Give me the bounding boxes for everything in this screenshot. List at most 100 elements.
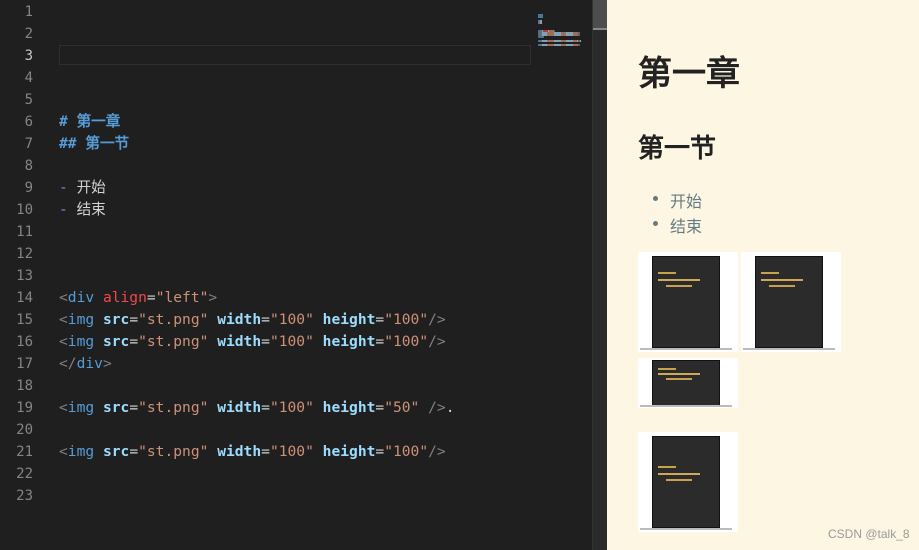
editor-line[interactable]: 22 <box>0 463 531 485</box>
code-token: "st.png" <box>138 399 209 416</box>
line-number: 17 <box>16 356 33 372</box>
code-token: = <box>261 443 270 460</box>
preview-heading-1: 第一章 <box>638 54 740 94</box>
line-number: 9 <box>24 180 33 196</box>
editor-line[interactable]: 11 <box>0 221 531 243</box>
preview-image-st-png <box>741 252 841 352</box>
editor-line[interactable]: 20 <box>0 419 531 441</box>
code-token: = <box>375 333 385 350</box>
markdown-preview[interactable]: 第一章 第一节 开始 结束 <box>607 0 919 550</box>
line-number: 15 <box>16 312 33 328</box>
code-token: "100" <box>269 333 314 350</box>
code-token: 结束 <box>76 201 106 218</box>
code-text: ## 第一节 <box>59 133 129 155</box>
code-token: height <box>322 443 376 460</box>
code-token: width <box>217 311 262 328</box>
editor-line[interactable]: 8 <box>0 155 531 177</box>
minimap-stroke <box>547 44 554 46</box>
code-token: = <box>129 333 139 350</box>
code-token: = <box>129 443 139 460</box>
editor-line[interactable]: 15 <img src="st.png" width="100" height="… <box>0 309 531 331</box>
line-number: 8 <box>24 158 33 174</box>
code-token: img <box>67 311 95 328</box>
code-text: <div align="left"> <box>59 287 217 309</box>
code-token: img <box>67 399 95 416</box>
line-number: 14 <box>16 290 33 306</box>
editor-line[interactable]: 14 <div align="left"> <box>0 287 531 309</box>
line-number: 13 <box>16 268 33 284</box>
editor-line[interactable]: 9 - 开始 <box>0 177 531 199</box>
code-token: "left" <box>155 289 209 306</box>
code-token: height <box>322 333 376 350</box>
line-number: 22 <box>16 466 33 482</box>
code-token: . <box>445 399 455 416</box>
editor-line[interactable]: 21 <img src="st.png" width="100" height="… <box>0 441 531 463</box>
line-number: 6 <box>24 114 33 130</box>
code-text: # 第一章 <box>59 111 120 133</box>
preview-list-item: 结束 <box>670 217 703 236</box>
line-number: 18 <box>16 378 33 394</box>
code-token: "st.png" <box>138 443 209 460</box>
scrollbar-thumb[interactable] <box>593 0 607 30</box>
code-token: height <box>322 311 376 328</box>
editor-line[interactable]: 2 <box>0 23 531 45</box>
editor-line[interactable]: 10 - 结束 <box>0 199 531 221</box>
code-token: "100" <box>269 399 314 416</box>
editor-line[interactable]: 13 <box>0 265 531 287</box>
code-token: = <box>375 311 385 328</box>
preview-image-st-png <box>638 432 738 532</box>
line-number: 21 <box>16 444 33 460</box>
minimap-stroke <box>540 22 542 24</box>
editor-line[interactable]: 12 <box>0 243 531 265</box>
line-number: 11 <box>16 224 33 240</box>
code-token: = <box>375 399 385 416</box>
editor-scrollbar[interactable] <box>592 0 607 550</box>
editor-line[interactable]: 16 <img src="st.png" width="100" height="… <box>0 331 531 353</box>
code-token: img <box>67 443 95 460</box>
code-token: ## 第一节 <box>59 135 130 152</box>
code-token: - <box>59 201 77 218</box>
code-token: "100" <box>269 311 314 328</box>
minimap[interactable] <box>537 0 592 550</box>
editor-line[interactable]: 18 <box>0 375 531 397</box>
code-token: "50" <box>384 399 420 416</box>
code-token: > <box>208 289 218 306</box>
code-token: > <box>102 355 112 372</box>
code-token: = <box>261 311 270 328</box>
code-text: <img src="st.png" width="100" height="10… <box>59 309 446 331</box>
minimap-stroke <box>578 34 580 36</box>
code-token: width <box>217 399 262 416</box>
editor-line[interactable]: 3 <box>0 45 531 67</box>
code-token: div <box>67 289 95 306</box>
code-token: src <box>102 443 130 460</box>
code-editor[interactable]: 1 2 3 4 5 6 # 第一章 7 ## 第一节 8 9- 开始 10- 结束 11 12 13 14 <d… <box>0 0 592 550</box>
code-token: < <box>59 443 68 460</box>
line-number: 12 <box>16 246 33 262</box>
editor-line[interactable]: 5 <box>0 89 531 111</box>
code-token: = <box>261 399 270 416</box>
code-token: align <box>102 289 147 306</box>
code-token: < <box>59 333 68 350</box>
code-token: "100" <box>384 443 429 460</box>
editor-line[interactable]: 17 </div> <box>0 353 531 375</box>
minimap-stroke <box>543 36 544 38</box>
code-text: </div> <box>59 353 112 375</box>
code-token: # 第一章 <box>59 113 121 130</box>
code-token: height <box>322 399 376 416</box>
code-token: src <box>102 399 130 416</box>
editor-line[interactable]: 4 <box>0 67 531 89</box>
editor-line[interactable]: 7 ## 第一节 <box>0 133 531 155</box>
code-token: < <box>59 289 68 306</box>
line-number: 7 <box>24 136 33 152</box>
editor-line[interactable]: 6 # 第一章 <box>0 111 531 133</box>
minimap-stroke <box>547 40 554 42</box>
editor-line[interactable]: 1 <box>0 1 531 23</box>
editor-line[interactable]: 19 <img src="st.png" width="100" height="… <box>0 397 531 419</box>
preview-list-item: 开始 <box>670 192 703 211</box>
editor-line[interactable]: 23 <box>0 485 531 507</box>
